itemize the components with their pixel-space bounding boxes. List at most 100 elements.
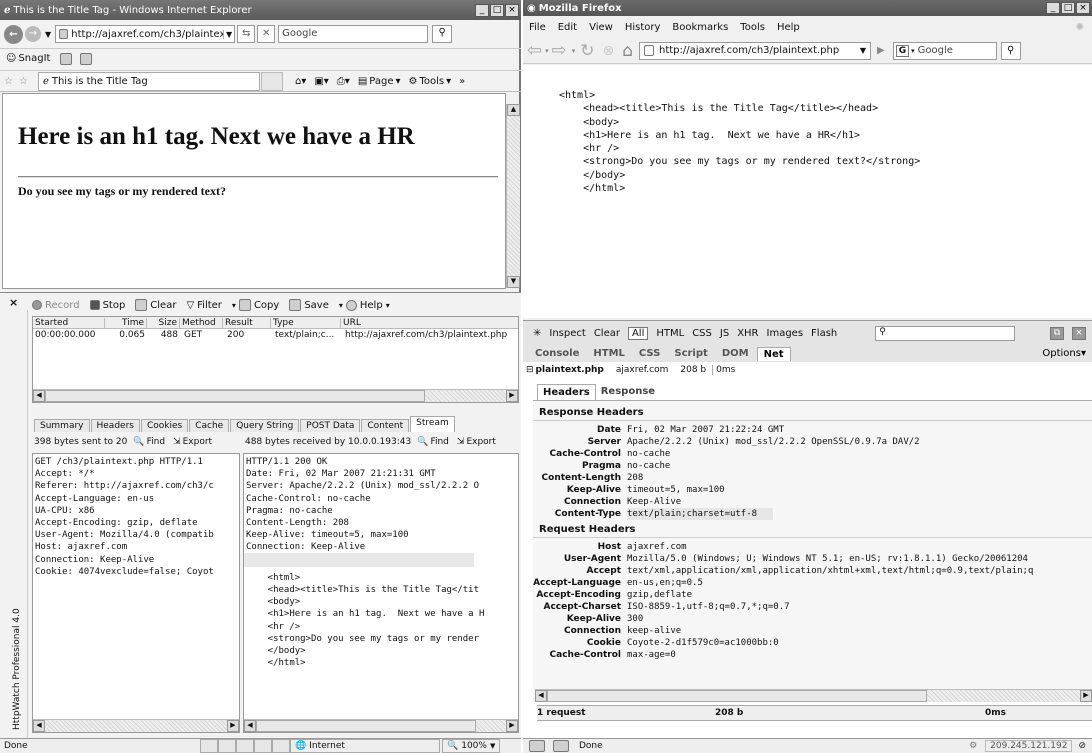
search-engine-icon[interactable]: G [895,44,910,57]
options-menu[interactable]: Options ▾ [1042,348,1086,359]
net-request-row[interactable]: ⊟ plaintext.php ajaxref.com 208 b 0ms [523,363,1092,377]
history-dropdown-icon[interactable]: ▼ [45,30,51,39]
ie-vscrollbar[interactable]: ▲ ▼ [506,104,520,288]
firebug-search-input[interactable]: ⚲ [875,325,1016,341]
response-stream-pane[interactable]: HTTP/1.1 200 OK Date: Fri, 02 Mar 2007 2… [243,453,519,733]
new-tab-button[interactable] [260,71,283,91]
snagit-button[interactable]: SnagIt [18,53,50,64]
tab-net[interactable]: Net [756,346,791,361]
subtab-headers[interactable]: Headers [537,383,596,400]
firebug-close-icon[interactable]: × [1072,326,1086,340]
menu-edit[interactable]: Edit [558,22,577,33]
tab-content[interactable]: Content [361,419,410,432]
ff-address-bar[interactable]: http://ajaxref.com/ch3/plaintext.php ▼ [639,41,871,60]
menu-history[interactable]: History [625,22,661,33]
firebug-status-icon[interactable] [529,740,545,752]
firebug-detach-icon[interactable]: ⧉ [1050,326,1064,340]
record-button[interactable]: Record [32,300,80,311]
scroll-down-arrow[interactable]: ▼ [507,276,520,288]
httpwatch-close-icon[interactable]: × [9,296,18,309]
ff-status-gear-icon[interactable]: ⚙ [969,741,977,751]
forward-icon[interactable]: → [25,26,41,42]
snagit-tool2-icon[interactable] [80,52,93,65]
filter-css-button[interactable]: CSS [692,328,712,339]
tab-headers[interactable]: Headers [90,419,140,432]
ie-address-bar[interactable]: http://ajaxref.com/ch3/plaintext.pl ▼ [55,25,236,43]
address-dropdown-icon[interactable]: ▼ [223,29,234,39]
ff-back-icon[interactable]: ⇦ [527,40,542,61]
tab-summary[interactable]: Summary [34,419,90,432]
firebug-bug-icon[interactable]: ✳ [533,328,541,339]
maximize-button[interactable]: □ [490,3,504,17]
help-button[interactable]: ▾ Help ▾ [339,299,390,311]
firebug-hscrollbar[interactable]: ◀ ▶ [535,689,1092,702]
filter-images-button[interactable]: Images [767,328,804,339]
ff-stop-icon[interactable]: ⊗ [602,43,614,59]
filter-button[interactable]: ▽ Filter [186,300,221,311]
ie-search-input[interactable]: Google [278,25,429,43]
back-icon[interactable]: ← [4,24,23,44]
response-hscrollbar[interactable]: ◀ ▶ [244,719,518,732]
ff-reload-icon[interactable]: ↻ [580,41,594,61]
tab-stream[interactable]: Stream [410,416,455,432]
menu-file[interactable]: File [529,22,546,33]
chevron-more-icon[interactable]: » [459,76,465,87]
save-button[interactable]: Save [289,299,329,311]
ff-forward-icon[interactable]: ⇨ [552,40,567,61]
col-type[interactable]: Type [271,317,341,328]
tab-html[interactable]: HTML [593,348,625,359]
scroll-up-arrow[interactable]: ▲ [507,104,520,116]
refresh-button[interactable]: ⇆ [237,25,256,43]
inspect-button[interactable]: Inspect [549,328,585,339]
page-menu[interactable]: ▤ Page ▾ [358,76,401,87]
ff-address-dropdown-icon[interactable]: ▼ [856,46,870,55]
fb-clear-button[interactable]: Clear [594,328,620,339]
tab-cookies[interactable]: Cookies [140,419,189,432]
export-sent-button[interactable]: ⇲ Export [173,437,212,447]
filter-js-button[interactable]: JS [720,328,729,339]
table-row[interactable]: 00:00:00.000 0.065 488 GET 200 text/plai… [33,329,518,341]
filter-xhr-button[interactable]: XHR [737,328,758,339]
ff-home-icon[interactable]: ⌂ [622,41,633,61]
col-size[interactable]: Size [147,317,180,328]
tab-query-string[interactable]: Query String [230,419,300,432]
filter-html-button[interactable]: HTML [656,328,684,339]
col-time[interactable]: Time [105,317,147,328]
menu-bookmarks[interactable]: Bookmarks [672,22,728,33]
ff-back-dropdown-icon[interactable]: ▾ [545,47,549,55]
tab-console[interactable]: Console [535,348,579,359]
ff-close-button[interactable]: × [1076,2,1090,14]
snagit-tool-icon[interactable] [60,52,73,65]
col-method[interactable]: Method [180,317,223,328]
filter-all-button[interactable]: All [627,326,649,340]
search-button[interactable]: ⚲ [432,25,453,43]
stop-record-button[interactable]: Stop [89,300,125,311]
ff-minimize-button[interactable]: _ [1046,2,1060,14]
filter-flash-button[interactable]: Flash [811,328,837,339]
tools-menu[interactable]: ⚙ Tools ▾ [409,76,452,87]
minimize-button[interactable]: _ [475,3,489,17]
menu-view[interactable]: View [589,22,613,33]
export-recv-button[interactable]: ⇲ Export [457,437,496,447]
favorites-star-icon[interactable]: ☆ [4,76,13,87]
tab-post-data[interactable]: POST Data [300,419,361,432]
request-hscrollbar[interactable]: ◀ ▶ [33,719,239,732]
add-favorites-icon[interactable]: ☆ [19,76,28,87]
status-panel-icon[interactable] [553,740,569,752]
ff-maximize-button[interactable]: □ [1061,2,1075,14]
tab-script[interactable]: Script [674,348,707,359]
menu-help[interactable]: Help [777,22,800,33]
subtab-response[interactable]: Response [596,384,660,399]
col-started[interactable]: Started [33,317,105,328]
feeds-icon[interactable]: ▣▾ [314,76,328,87]
ff-search-icon[interactable]: ⚲ [1000,41,1021,60]
grid-hscrollbar[interactable]: ◀ ▶ [33,389,518,402]
zoom-control[interactable]: 🔍 100% ▼ [442,739,501,753]
tab-cache[interactable]: Cache [189,419,230,432]
ff-search-box[interactable]: G ▾ Google [892,41,997,60]
expand-icon[interactable]: ⊟ [526,365,534,375]
stop-button[interactable]: ✕ [257,25,276,43]
find-sent-button[interactable]: 🔍 Find [133,437,165,447]
ff-forward-dropdown-icon[interactable]: ▾ [572,47,576,55]
tab-dom[interactable]: DOM [722,348,749,359]
